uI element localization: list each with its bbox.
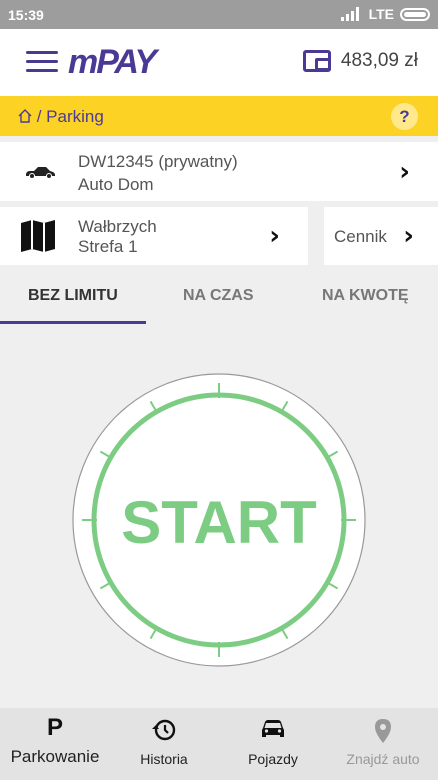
network-type: LTE: [368, 6, 394, 22]
start-dial: START: [72, 373, 366, 667]
nav-znajdz-auto[interactable]: Znajdź auto: [328, 708, 438, 780]
zone-name: Strefa 1: [78, 237, 138, 256]
bottom-navigation: P Parkowanie Historia Pojazdy Znajdź aut…: [0, 708, 438, 780]
breadcrumb-label: / Parking: [36, 107, 104, 126]
zone-city: Wałbrzych: [78, 217, 157, 236]
tab-bez-limitu[interactable]: BEZ LIMITU: [28, 287, 118, 305]
nav-label: Parkowanie: [10, 747, 100, 766]
tab-na-kwote[interactable]: NA KWOTĘ: [322, 287, 409, 305]
vehicle-selector[interactable]: DW12345 (prywatny) Auto Dom ›: [0, 142, 438, 201]
app-logo: mPAY: [68, 43, 157, 81]
car-icon: [262, 720, 284, 737]
start-button[interactable]: START: [72, 373, 366, 667]
nav-label: Pojazdy: [248, 751, 298, 767]
chevron-right-icon: ›: [399, 156, 410, 187]
active-tab-indicator: [0, 321, 146, 324]
chevron-right-icon: ›: [269, 221, 280, 251]
nav-historia[interactable]: Historia: [110, 708, 218, 780]
balance-amount: 483,09 zł: [340, 50, 418, 71]
tab-na-czas[interactable]: NA CZAS: [183, 287, 254, 305]
map-icon: [21, 220, 55, 252]
parking-icon: P: [46, 714, 64, 741]
status-bar: 15:39 LTE: [0, 0, 438, 29]
zone-selector[interactable]: Wałbrzych Strefa 1 ›: [0, 207, 308, 265]
home-icon: [18, 109, 32, 123]
wallet-icon: [302, 50, 331, 72]
parking-mode-tabs: BEZ LIMITU NA CZAS NA KWOTĘ: [0, 270, 438, 324]
breadcrumb: / Parking ?: [0, 96, 438, 136]
wallet-balance[interactable]: 483,09 zł: [302, 50, 418, 72]
start-label: START: [121, 489, 317, 556]
location-pin-icon: [375, 719, 391, 743]
signal-icon: [340, 7, 359, 21]
hamburger-menu-icon[interactable]: [26, 51, 58, 73]
vehicle-plate: DW12345 (prywatny): [78, 152, 238, 171]
battery-icon: [400, 7, 430, 21]
app-bar: mPAY 483,09 zł: [0, 29, 438, 96]
nav-label: Znajdź auto: [346, 751, 420, 767]
vehicle-name: Auto Dom: [78, 175, 154, 194]
chevron-right-icon: ›: [403, 221, 414, 251]
nav-label: Historia: [140, 751, 188, 767]
help-button[interactable]: ?: [391, 103, 418, 130]
status-time: 15:39: [8, 7, 44, 23]
nav-parkowanie[interactable]: P Parkowanie: [0, 708, 110, 780]
price-list-button[interactable]: Cennik ›: [324, 207, 438, 265]
nav-pojazdy[interactable]: Pojazdy: [218, 708, 328, 780]
status-indicators: LTE: [340, 6, 430, 22]
history-icon: [152, 719, 176, 741]
price-list-label: Cennik: [334, 227, 387, 246]
car-icon: [26, 167, 55, 179]
breadcrumb-path[interactable]: / Parking: [18, 107, 104, 127]
